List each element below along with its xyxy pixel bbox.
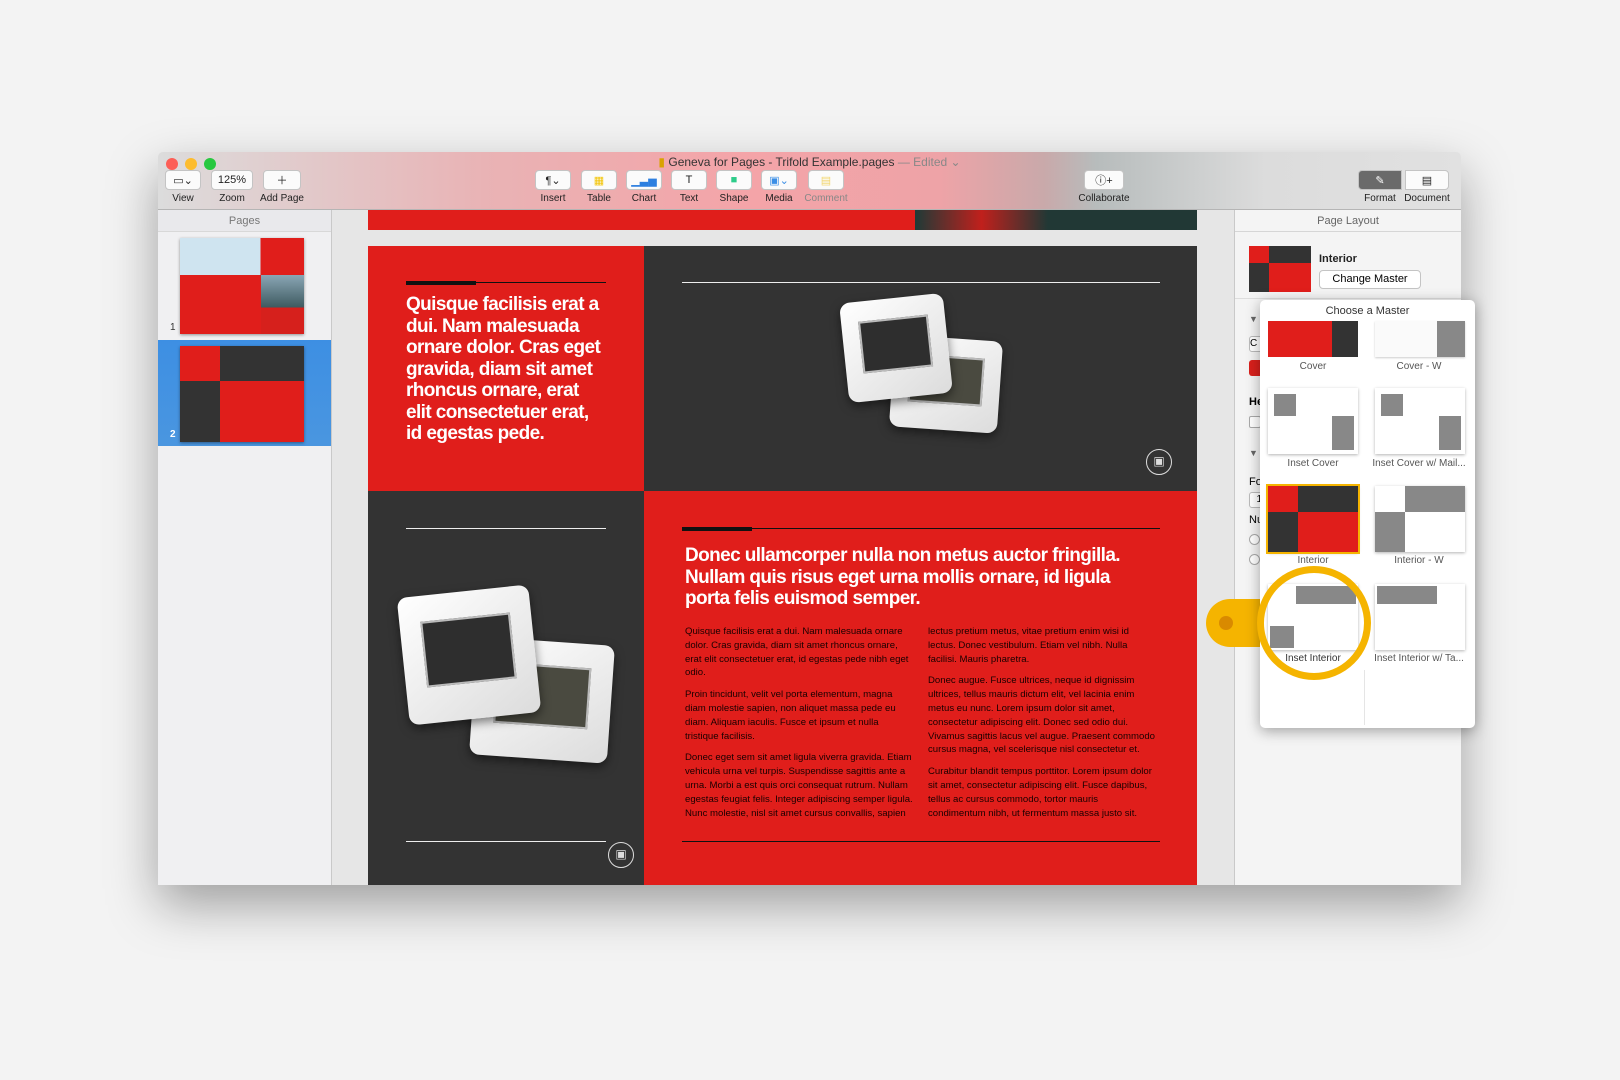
image-block-bottom-left[interactable]: ▣: [368, 491, 644, 885]
slides-image: [393, 584, 623, 771]
zoom-value: 125%: [211, 170, 253, 190]
radio-button[interactable]: [1249, 554, 1260, 565]
replace-image-icon[interactable]: ▣: [1146, 449, 1172, 475]
master-label: Interior - W: [1394, 555, 1444, 566]
master-inset-cover[interactable]: [1268, 388, 1358, 454]
document-label: Document: [1404, 193, 1450, 204]
page-2-preview: [180, 346, 304, 442]
document-button[interactable]: ▤ Document: [1402, 170, 1452, 204]
inspector-header: Page Layout: [1235, 210, 1461, 232]
chart-button[interactable]: ▁▃▅ Chart: [624, 170, 664, 204]
chart-label: Chart: [631, 193, 657, 204]
zoom-label: Zoom: [219, 193, 245, 204]
window-title: ▮ Geneva for Pages - Trifold Example.pag…: [658, 155, 961, 169]
add-page-button[interactable]: ＋ Add Page: [258, 170, 306, 204]
master-label: Inset Cover w/ Mail...: [1372, 458, 1466, 469]
comment-icon: ▤: [808, 170, 844, 190]
paragraph: Quisque facilisis erat a dui. Nam malesu…: [685, 626, 909, 679]
highlight-circle: [1257, 566, 1371, 680]
master-label: Cover: [1299, 361, 1327, 372]
body-column-1[interactable]: Quisque facilisis erat a dui. Nam malesu…: [685, 625, 913, 828]
page-thumbnail-1[interactable]: 1: [158, 232, 331, 340]
paragraph: Curabitur blandit tempus porttitor. Lore…: [928, 766, 1152, 819]
sidebar-icon: ▭⌄: [165, 170, 201, 190]
toolbar: ▮ Geneva for Pages - Trifold Example.pag…: [158, 152, 1461, 210]
document-canvas[interactable]: Quisque facilisis erat a dui. Nam malesu…: [332, 210, 1234, 885]
shape-label: Shape: [719, 193, 749, 204]
add-page-label: Add Page: [260, 193, 304, 204]
text-icon: T: [671, 170, 707, 190]
document-icon: ▮: [658, 155, 666, 169]
shape-icon: ■: [716, 170, 752, 190]
master-label: Cover - W: [1396, 361, 1442, 372]
text-button[interactable]: T Text: [669, 170, 709, 204]
page-1-preview: [180, 238, 304, 334]
table-button[interactable]: ▦ Table: [579, 170, 619, 204]
current-master-thumbnail: [1249, 246, 1311, 292]
media-label: Media: [765, 193, 793, 204]
insert-button[interactable]: ¶⌄ Insert: [533, 170, 573, 204]
slides-image: [834, 292, 1014, 438]
headline-2[interactable]: Donec ullamcorper nulla non metus auctor…: [685, 545, 1155, 610]
master-cover[interactable]: [1268, 321, 1358, 357]
disclosure-triangle-icon[interactable]: ▼: [1249, 314, 1258, 324]
master-interior-w[interactable]: [1375, 486, 1465, 552]
headline-1[interactable]: Quisque facilisis erat a dui. Nam malesu…: [406, 294, 606, 445]
change-master-button[interactable]: Change Master: [1319, 270, 1421, 289]
title-text: Geneva for Pages - Trifold Example.pages: [668, 155, 895, 169]
bar-chart-icon: ▁▃▅: [626, 170, 662, 190]
insert-label: Insert: [540, 193, 566, 204]
master-inset-interior-table[interactable]: [1375, 584, 1465, 650]
paragraph: Donec augue. Fusce ultrices, neque id di…: [928, 675, 1155, 756]
collaborate-button[interactable]: ⓘ+ Collaborate: [1074, 170, 1134, 204]
master-interior[interactable]: [1266, 484, 1360, 554]
view-button[interactable]: ▭⌄ View: [164, 170, 202, 204]
document-icon: ▤: [1405, 170, 1449, 190]
pages-header: Pages: [158, 210, 331, 232]
master-label: Inset Interior w/ Ta...: [1374, 653, 1464, 664]
replace-image-icon[interactable]: ▣: [608, 842, 634, 868]
page-thumbnail-2[interactable]: 2: [158, 340, 331, 446]
master-cover-w[interactable]: [1375, 321, 1465, 357]
table-label: Table: [587, 193, 611, 204]
master-inset-cover-mail[interactable]: [1375, 388, 1465, 454]
pages-sidebar: Pages 1 2: [158, 210, 332, 885]
comment-button[interactable]: ▤ Comment: [802, 170, 850, 204]
media-button[interactable]: ▣⌄ Media: [759, 170, 799, 204]
previous-page-edge: [368, 210, 1197, 230]
photo-icon: ▣⌄: [761, 170, 797, 190]
body-column-2[interactable]: lectus pretium metus, vitae pretium enim…: [928, 625, 1156, 828]
popover-title: Choose a Master: [1325, 305, 1410, 317]
collaborate-label: Collaborate: [1078, 193, 1130, 204]
format-label: Format: [1364, 193, 1396, 204]
paintbrush-icon: ✎: [1358, 170, 1402, 190]
text-block-bottom-right[interactable]: Donec ullamcorper nulla non metus auctor…: [644, 491, 1197, 885]
text-label: Text: [679, 193, 699, 204]
paragraph: Proin tincidunt, velit vel porta element…: [685, 689, 896, 742]
plus-icon: ＋: [263, 170, 301, 190]
comment-label: Comment: [804, 193, 848, 204]
master-label: Interior: [1297, 555, 1329, 566]
edited-status[interactable]: — Edited: [898, 155, 947, 169]
page-2[interactable]: Quisque facilisis erat a dui. Nam malesu…: [368, 246, 1197, 885]
master-label: Inset Cover: [1287, 458, 1339, 469]
collaborate-icon: ⓘ+: [1084, 170, 1124, 190]
disclosure-triangle-icon[interactable]: ▼: [1249, 448, 1258, 458]
radio-button[interactable]: [1249, 534, 1260, 545]
page-number: 1: [170, 322, 176, 333]
paragraph: Donec eget sem sit amet ligula viverra g…: [685, 752, 913, 819]
text-block-top-left[interactable]: Quisque facilisis erat a dui. Nam malesu…: [368, 246, 644, 491]
image-block-top-right[interactable]: ▣: [644, 246, 1197, 491]
master-name: Interior: [1319, 253, 1357, 265]
page-number: 2: [170, 429, 176, 440]
zoom-menu[interactable]: 125% Zoom: [210, 170, 254, 204]
format-button[interactable]: ✎ Format: [1358, 170, 1402, 204]
shape-button[interactable]: ■ Shape: [714, 170, 754, 204]
paragraph: lectus pretium metus, vitae pretium enim…: [928, 626, 1130, 665]
table-icon: ▦: [581, 170, 617, 190]
paragraph-icon: ¶⌄: [535, 170, 571, 190]
view-label: View: [172, 193, 194, 204]
